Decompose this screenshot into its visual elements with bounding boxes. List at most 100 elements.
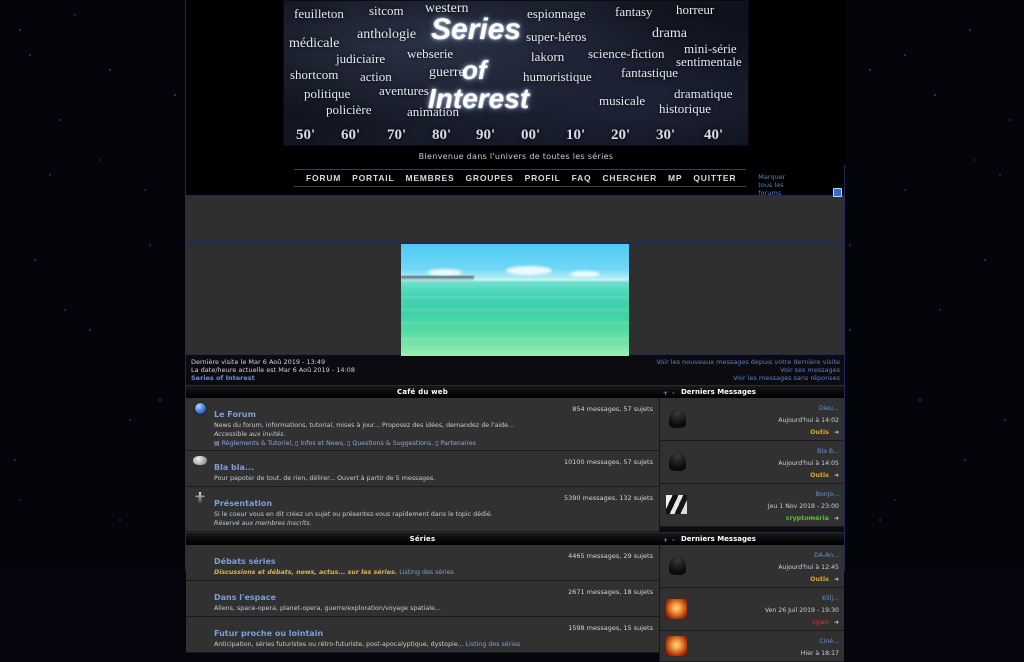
category-rows-cafe-du-web: Le Forum News du forum, informations, tu…: [186, 398, 844, 532]
nav-item-portail[interactable]: PORTAIL: [352, 173, 394, 183]
listing-link[interactable]: Listing des séries: [399, 569, 454, 576]
logo-keyword: espionnage: [527, 6, 585, 22]
last-message-subject[interactable]: Killj...: [822, 595, 839, 602]
link-unanswered[interactable]: Voir les messages sans réponses: [733, 374, 840, 382]
forum-title-link[interactable]: Futur proche ou lointain: [214, 629, 323, 638]
logo-title-line2: of: [462, 55, 487, 86]
expand-collapse-icon[interactable]: + -: [663, 537, 676, 544]
last-messages-label: Derniers Messages: [681, 388, 756, 396]
forum-page: feuilleton sitcom western espionnage fan…: [185, 0, 845, 571]
forum-icon-placeholder: [186, 621, 214, 622]
forum-description: Aliens, space-opera, planet-opera, guerr…: [214, 605, 533, 613]
logo-keyword: webserie: [407, 46, 453, 62]
document-icon: ▯: [295, 440, 298, 447]
listing-link[interactable]: Listing des séries: [466, 641, 521, 648]
goto-last-post-icon[interactable]: ➜: [834, 619, 839, 626]
list-item: Killj... Ven 26 Juil 2019 - 19:30 cyan ➜: [660, 588, 844, 631]
site-tagline: Bienvenue dans l'univers de toutes les s…: [186, 146, 846, 165]
link-own-messages[interactable]: Voir ses messages: [780, 366, 840, 374]
logo-keyword: fantasy: [615, 4, 653, 20]
logo-keyword: super-héros: [526, 29, 586, 45]
podium-icon: [186, 491, 214, 503]
goto-last-post-icon[interactable]: ➜: [834, 429, 839, 436]
list-item: Bla B... Aujourd'hui à 14:05 Outis ➜: [660, 441, 844, 484]
logo-keyword: historique: [659, 101, 711, 117]
expand-collapse-icon[interactable]: + -: [663, 390, 676, 397]
logo-keyword: anthologie: [357, 27, 416, 43]
breadcrumb[interactable]: Series of Interest: [191, 374, 255, 382]
avatar[interactable]: [666, 452, 688, 472]
logo-keyword: science-fiction: [588, 46, 665, 62]
table-row: Dans l'espace Aliens, space-opera, plane…: [186, 581, 659, 617]
forum-description-2: Réservé aux membres inscrits.: [214, 520, 533, 528]
avatar[interactable]: [666, 409, 688, 429]
logo-keyword: drama: [652, 26, 687, 42]
nav-item-groupes[interactable]: GROUPES: [466, 173, 514, 183]
banner-photo-band: [186, 243, 844, 355]
info-badge-icon[interactable]: [833, 188, 842, 197]
nav-item-faq[interactable]: FAQ: [572, 173, 592, 183]
globe-icon: [186, 402, 214, 414]
logo-keyword: guerre: [429, 65, 465, 81]
goto-last-post-icon[interactable]: ➜: [834, 472, 839, 479]
last-message-date: Aujourd'hui à 14:05: [778, 460, 839, 467]
mark-read-line1[interactable]: Marquer tous les: [758, 173, 785, 189]
status-bar: Dernière visite le Mar 6 Aoû 2019 - 13:4…: [186, 355, 844, 385]
main-navigation: FORUM PORTAIL MEMBRES GROUPES PROFIL FAQ…: [186, 165, 844, 195]
list-item: Bonjo... Jeu 1 Nov 2018 - 23:00 cryptomé…: [660, 484, 844, 527]
table-row: Débats séries Discussions et débats, new…: [186, 545, 659, 581]
subforum-link[interactable]: Infos et News,: [300, 440, 345, 447]
nav-item-profil[interactable]: PROFIL: [525, 173, 561, 183]
site-logo-banner[interactable]: feuilleton sitcom western espionnage fan…: [283, 0, 749, 146]
avatar[interactable]: [666, 599, 688, 619]
nav-item-quitter[interactable]: QUITTER: [693, 173, 736, 183]
forum-counts: 4465 messages, 29 sujets: [539, 549, 659, 560]
last-messages-header: + - Derniers Messages: [659, 388, 844, 396]
subforum-link[interactable]: Règlements & Tutoriel,: [222, 440, 293, 447]
logo-decade: 60': [341, 127, 360, 144]
avatar[interactable]: [666, 495, 688, 515]
last-message-subject[interactable]: Dieu...: [819, 405, 839, 412]
logo-decade: 30': [656, 127, 675, 144]
last-message-subject[interactable]: Ciné...: [819, 638, 839, 645]
advertisement-band: [186, 195, 844, 243]
avatar[interactable]: [666, 556, 688, 576]
subforum-link[interactable]: Questions & Suggestions,: [352, 440, 433, 447]
site-header: feuilleton sitcom western espionnage fan…: [186, 0, 846, 165]
nav-item-membres[interactable]: MEMBRES: [405, 173, 454, 183]
last-message-user[interactable]: cyan: [812, 619, 829, 626]
goto-last-post-icon[interactable]: ➜: [834, 515, 839, 522]
forum-title-link[interactable]: Dans l'espace: [214, 593, 276, 602]
last-message-user[interactable]: cryptoméria: [786, 515, 829, 522]
link-new-messages[interactable]: Voir les nouveaux messages depuis votre …: [656, 358, 840, 366]
last-messages-label: Derniers Messages: [681, 535, 756, 543]
forum-title-link[interactable]: Débats séries: [214, 557, 276, 566]
nav-item-mp[interactable]: MP: [668, 173, 682, 183]
status-right: Voir les nouveaux messages depuis votre …: [656, 358, 840, 382]
category-rows-series: Débats séries Discussions et débats, new…: [186, 545, 844, 662]
status-left: Dernière visite le Mar 6 Aoû 2019 - 13:4…: [191, 358, 355, 382]
logo-decade: 50': [296, 127, 315, 144]
last-message-subject[interactable]: Bla B...: [817, 448, 839, 455]
logo-decade: 20': [611, 127, 630, 144]
logo-keyword: feuilleton: [294, 6, 344, 22]
logo-decade: 70': [387, 127, 406, 144]
avatar[interactable]: [666, 636, 688, 656]
table-row: Présentation Si le coeur vous en dit cré…: [186, 487, 659, 532]
last-message-user[interactable]: Outis: [810, 429, 829, 436]
last-message-subject[interactable]: DA-An...: [814, 552, 839, 559]
forum-title-link[interactable]: Présentation: [214, 499, 272, 508]
subforum-link[interactable]: Partenaires: [441, 440, 477, 447]
nav-item-forum[interactable]: FORUM: [306, 173, 341, 183]
last-message-user[interactable]: Outis: [810, 472, 829, 479]
last-message-subject[interactable]: Bonjo...: [816, 491, 839, 498]
forum-icon-placeholder: [186, 549, 214, 550]
forum-title-link[interactable]: Bla bla...: [214, 463, 254, 472]
goto-last-post-icon[interactable]: ➜: [834, 576, 839, 583]
logo-keyword: policière: [326, 102, 371, 118]
forum-title-link[interactable]: Le Forum: [214, 410, 256, 419]
list-item: Ciné... Hier à 18:17: [660, 631, 844, 662]
last-message-user[interactable]: Outis: [810, 576, 829, 583]
forum-description-text: Anticipation, séries futuristes ou rétro…: [214, 641, 464, 648]
nav-item-chercher[interactable]: CHERCHER: [602, 173, 657, 183]
